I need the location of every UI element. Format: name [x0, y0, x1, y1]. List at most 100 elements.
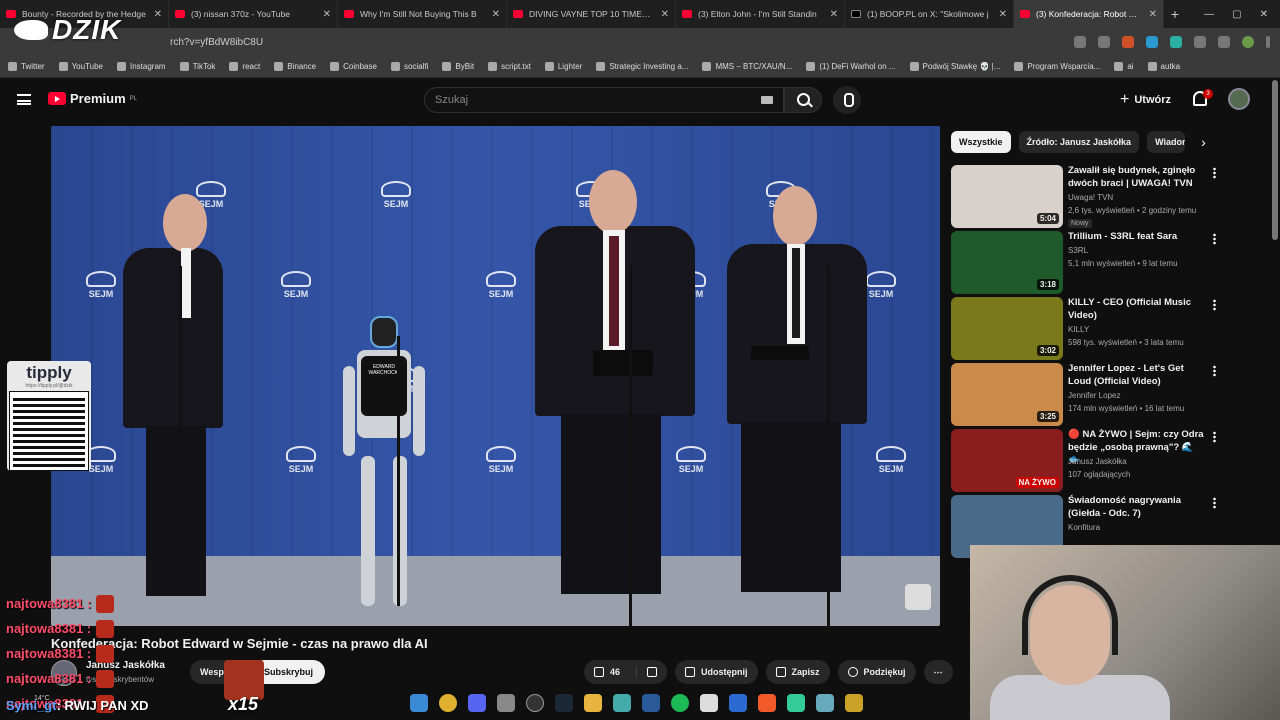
- recommendation-item[interactable]: NA ŻYWO 🔴 NA ŻYWO | Sejm: czy Odra będzie…: [951, 429, 1231, 495]
- share-button[interactable]: Udostępnij: [675, 660, 758, 684]
- bookmark-item[interactable]: Binance: [274, 62, 316, 71]
- recommendation-title[interactable]: Jennifer Lopez - Let's Get Loud (Officia…: [1068, 363, 1208, 388]
- search-button[interactable]: [784, 87, 822, 113]
- close-icon[interactable]: ✕: [661, 9, 669, 20]
- app-icon[interactable]: [787, 694, 805, 712]
- bookmark-item[interactable]: Twitter: [8, 62, 45, 71]
- maximize-icon[interactable]: ▢: [1232, 9, 1241, 20]
- recommendation-title[interactable]: Trillium - S3RL feat Sara: [1068, 231, 1208, 244]
- recommendation-channel[interactable]: Janusz Jaskółka: [1068, 457, 1127, 466]
- recommendation-channel[interactable]: Konfitura: [1068, 523, 1100, 532]
- close-icon[interactable]: ✕: [1149, 9, 1157, 20]
- bookmark-item[interactable]: Coinbase: [330, 62, 377, 71]
- bookmark-item[interactable]: ByBit: [442, 62, 474, 71]
- new-tab-button[interactable]: +: [1164, 6, 1186, 22]
- chip-news[interactable]: Wiadomo: [1147, 131, 1186, 153]
- microphone-icon[interactable]: [833, 86, 861, 114]
- close-icon[interactable]: ✕: [323, 9, 331, 20]
- recommendation-channel[interactable]: Uwaga! TVN: [1068, 193, 1113, 202]
- bookmark-item[interactable]: react: [229, 62, 260, 71]
- more-vert-icon[interactable]: [1213, 365, 1216, 377]
- discord-icon[interactable]: [468, 694, 486, 712]
- bookmark-item[interactable]: Lighter: [544, 62, 582, 71]
- recommendation-title[interactable]: KILLY - CEO (Official Music Video): [1068, 297, 1208, 322]
- save-button[interactable]: Zapisz: [765, 660, 830, 684]
- more-vert-icon[interactable]: [1213, 431, 1216, 443]
- minimize-icon[interactable]: —: [1204, 9, 1214, 20]
- bookmark-item[interactable]: (1) DeFi Warhol on ...: [806, 62, 896, 71]
- channel-watermark-icon[interactable]: [905, 584, 931, 610]
- reading-list-icon[interactable]: [1218, 36, 1230, 48]
- extension-icon[interactable]: [1170, 36, 1182, 48]
- install-icon[interactable]: [1074, 36, 1086, 48]
- keyboard-icon[interactable]: [761, 96, 773, 104]
- browser-tab[interactable]: (1) BOOP.PL on X: "Skolimowe j ✕: [845, 0, 1014, 28]
- youtube-logo[interactable]: Premium PL: [48, 91, 137, 106]
- brave-icon[interactable]: [758, 694, 776, 712]
- browser-tab[interactable]: (3) Elton John - I'm Still Standin ✕: [676, 0, 845, 28]
- chip-all[interactable]: Wszystkie: [951, 131, 1011, 153]
- profile-icon[interactable]: [1242, 36, 1254, 48]
- recommendation-item[interactable]: 3:02 KILLY - CEO (Official Music Video) KI…: [951, 297, 1231, 363]
- more-actions-button[interactable]: ⋯: [923, 660, 953, 684]
- close-icon[interactable]: ✕: [999, 9, 1007, 20]
- bookmark-item[interactable]: socialfi: [390, 62, 428, 71]
- browser-tab-active[interactable]: (3) Konfederacja: Robot Edward ✕: [1014, 0, 1164, 28]
- close-window-icon[interactable]: ✕: [1260, 9, 1268, 20]
- bookmark-item[interactable]: ai: [1114, 62, 1134, 71]
- app-icon[interactable]: [642, 694, 660, 712]
- more-vert-icon[interactable]: [1213, 233, 1216, 245]
- recommendation-title[interactable]: Zawalił się budynek, zginęło dwóch braci…: [1068, 165, 1208, 190]
- close-icon[interactable]: ✕: [492, 9, 500, 20]
- browser-tab[interactable]: (3) nissan 370z - YouTube ✕: [169, 0, 338, 28]
- recommendation-channel[interactable]: Jennifer Lopez: [1068, 391, 1120, 400]
- bookmark-item[interactable]: Instagram: [117, 62, 166, 71]
- avatar[interactable]: [1228, 88, 1250, 110]
- video-thumbnail[interactable]: 5:04: [951, 165, 1063, 228]
- windows-start-icon[interactable]: [410, 694, 428, 712]
- recommendation-item[interactable]: 3:25 Jennifer Lopez - Let's Get Loud (Off…: [951, 363, 1231, 429]
- search-input[interactable]: Szukaj: [424, 87, 784, 113]
- like-button[interactable]: 46: [584, 660, 630, 684]
- bookmark-item[interactable]: autka: [1147, 62, 1180, 71]
- recommendation-item[interactable]: 5:04 Zawalił się budynek, zginęło dwóch b…: [951, 165, 1231, 231]
- more-vert-icon[interactable]: [1213, 497, 1216, 509]
- app-icon[interactable]: [613, 694, 631, 712]
- extension-icon[interactable]: [1146, 36, 1158, 48]
- bookmark-item[interactable]: script.txt: [488, 62, 531, 71]
- chrome-icon[interactable]: [439, 694, 457, 712]
- recommendation-channel[interactable]: KILLY: [1068, 325, 1089, 334]
- app-icon[interactable]: [729, 694, 747, 712]
- recommendation-title[interactable]: Świadomość nagrywania (Giełda - Odc. 7): [1068, 495, 1208, 520]
- chevron-right-icon[interactable]: ›: [1201, 134, 1206, 150]
- create-button[interactable]: + Utwórz: [1120, 87, 1171, 113]
- app-icon[interactable]: [497, 694, 515, 712]
- star-icon[interactable]: [1098, 36, 1110, 48]
- obs-icon[interactable]: [526, 694, 544, 712]
- chip-source[interactable]: Źródło: Janusz Jaskółka: [1018, 131, 1140, 153]
- video-player[interactable]: SEJM SEJM SEJM SEJM SEJM SEJM SEJM SEJM SEJM SEJM…: [51, 126, 940, 626]
- extension-icon[interactable]: [1122, 36, 1134, 48]
- more-vert-icon[interactable]: [1213, 299, 1216, 311]
- url-field[interactable]: rch?v=yfBdW8ibC8U: [170, 37, 1074, 48]
- recommendation-channel[interactable]: S3RL: [1068, 246, 1088, 255]
- hamburger-menu-icon[interactable]: [17, 94, 31, 105]
- bookmark-item[interactable]: Podwój Stawkę 💀 |...: [909, 62, 1000, 71]
- more-vert-icon[interactable]: [1213, 167, 1216, 179]
- spotify-icon[interactable]: [671, 694, 689, 712]
- steam-icon[interactable]: [555, 694, 573, 712]
- bookmark-item[interactable]: MMS – BTC/XAU/N...: [702, 62, 792, 71]
- browser-tab[interactable]: Why I'm Still Not Buying This B ✕: [338, 0, 507, 28]
- more-icon[interactable]: [1266, 36, 1270, 48]
- browser-tab[interactable]: DIVING VAYNE TOP 10 TIMES T ✕: [507, 0, 676, 28]
- app-icon[interactable]: [700, 694, 718, 712]
- bookmark-item[interactable]: Program Wsparcia...: [1014, 62, 1100, 71]
- video-thumbnail[interactable]: 3:25: [951, 363, 1063, 426]
- recommendation-item[interactable]: 3:18 Trillium - S3RL feat Sara S3RL 5,1 mln…: [951, 231, 1231, 297]
- dislike-button[interactable]: [636, 667, 667, 677]
- bookmark-item[interactable]: Strategic Investing a...: [596, 62, 688, 71]
- app-icon[interactable]: [845, 694, 863, 712]
- bookmark-item[interactable]: TikTok: [179, 62, 215, 71]
- folder-icon[interactable]: [584, 694, 602, 712]
- close-icon[interactable]: ✕: [154, 9, 162, 20]
